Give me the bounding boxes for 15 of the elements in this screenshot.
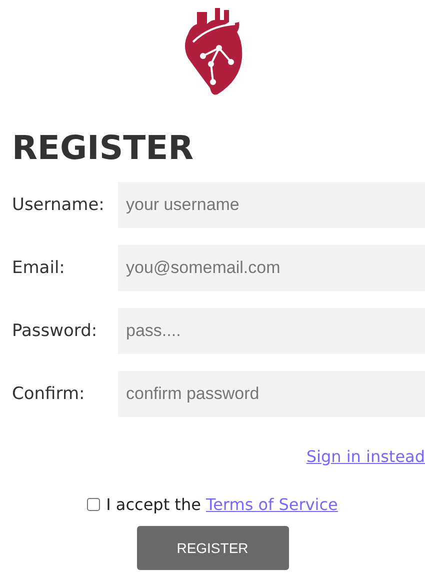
terms-checkbox[interactable] [87, 498, 100, 511]
input-field[interactable]: you@somemail.com [118, 245, 425, 291]
register-button[interactable]: REGISTER [136, 526, 288, 570]
heart-logo-icon [184, 8, 242, 95]
sign-in-link[interactable]: Sign in instead [306, 447, 425, 466]
field-label: Email: [11, 258, 66, 278]
input-field[interactable]: confirm password [118, 371, 425, 417]
input-field[interactable]: your username [118, 182, 425, 228]
field-label: Password: [11, 321, 98, 341]
input-field[interactable]: pass.... [118, 308, 425, 354]
field-label: Confirm: [11, 384, 86, 404]
terms-label: I accept the Terms of Service [106, 495, 338, 514]
page-heading: REGISTER [12, 127, 195, 169]
terms-link[interactable]: Terms of Service [206, 495, 338, 514]
field-label: Username: [11, 195, 106, 215]
